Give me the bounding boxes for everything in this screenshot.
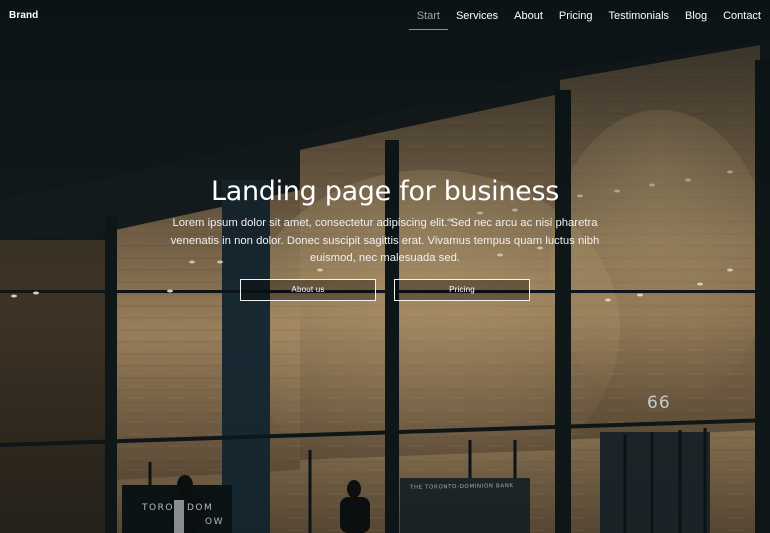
nav-link-pricing[interactable]: Pricing — [551, 0, 601, 31]
tower-sign: TORO DOM — [142, 503, 214, 513]
pricing-button[interactable]: Pricing — [394, 278, 530, 301]
building-number: 66 — [647, 393, 671, 413]
hero-title: Landing page for business — [210, 176, 560, 207]
nav-link-testimonials[interactable]: Testimonials — [601, 0, 678, 31]
nav-link-contact[interactable]: Contact — [715, 0, 761, 31]
nav-link-blog[interactable]: Blog — [677, 0, 715, 31]
about-us-button[interactable]: About us — [240, 278, 376, 301]
hero-actions: About us Pricing — [0, 278, 770, 301]
nav-link-about[interactable]: About — [506, 0, 551, 31]
tower-sign-line2: OW — [205, 517, 224, 527]
navbar: Brand Start Services About Pricing Testi… — [0, 0, 770, 31]
nav-link-services[interactable]: Services — [448, 0, 506, 31]
hero-section: Landing page for business Lorem ipsum do… — [0, 172, 770, 301]
brand-logo[interactable]: Brand — [9, 10, 38, 21]
nav-link-start[interactable]: Start — [408, 0, 449, 31]
main-nav: Start Services About Pricing Testimonial… — [408, 0, 761, 31]
hero-description: Lorem ipsum dolor sit amet, consectetur … — [170, 217, 600, 264]
